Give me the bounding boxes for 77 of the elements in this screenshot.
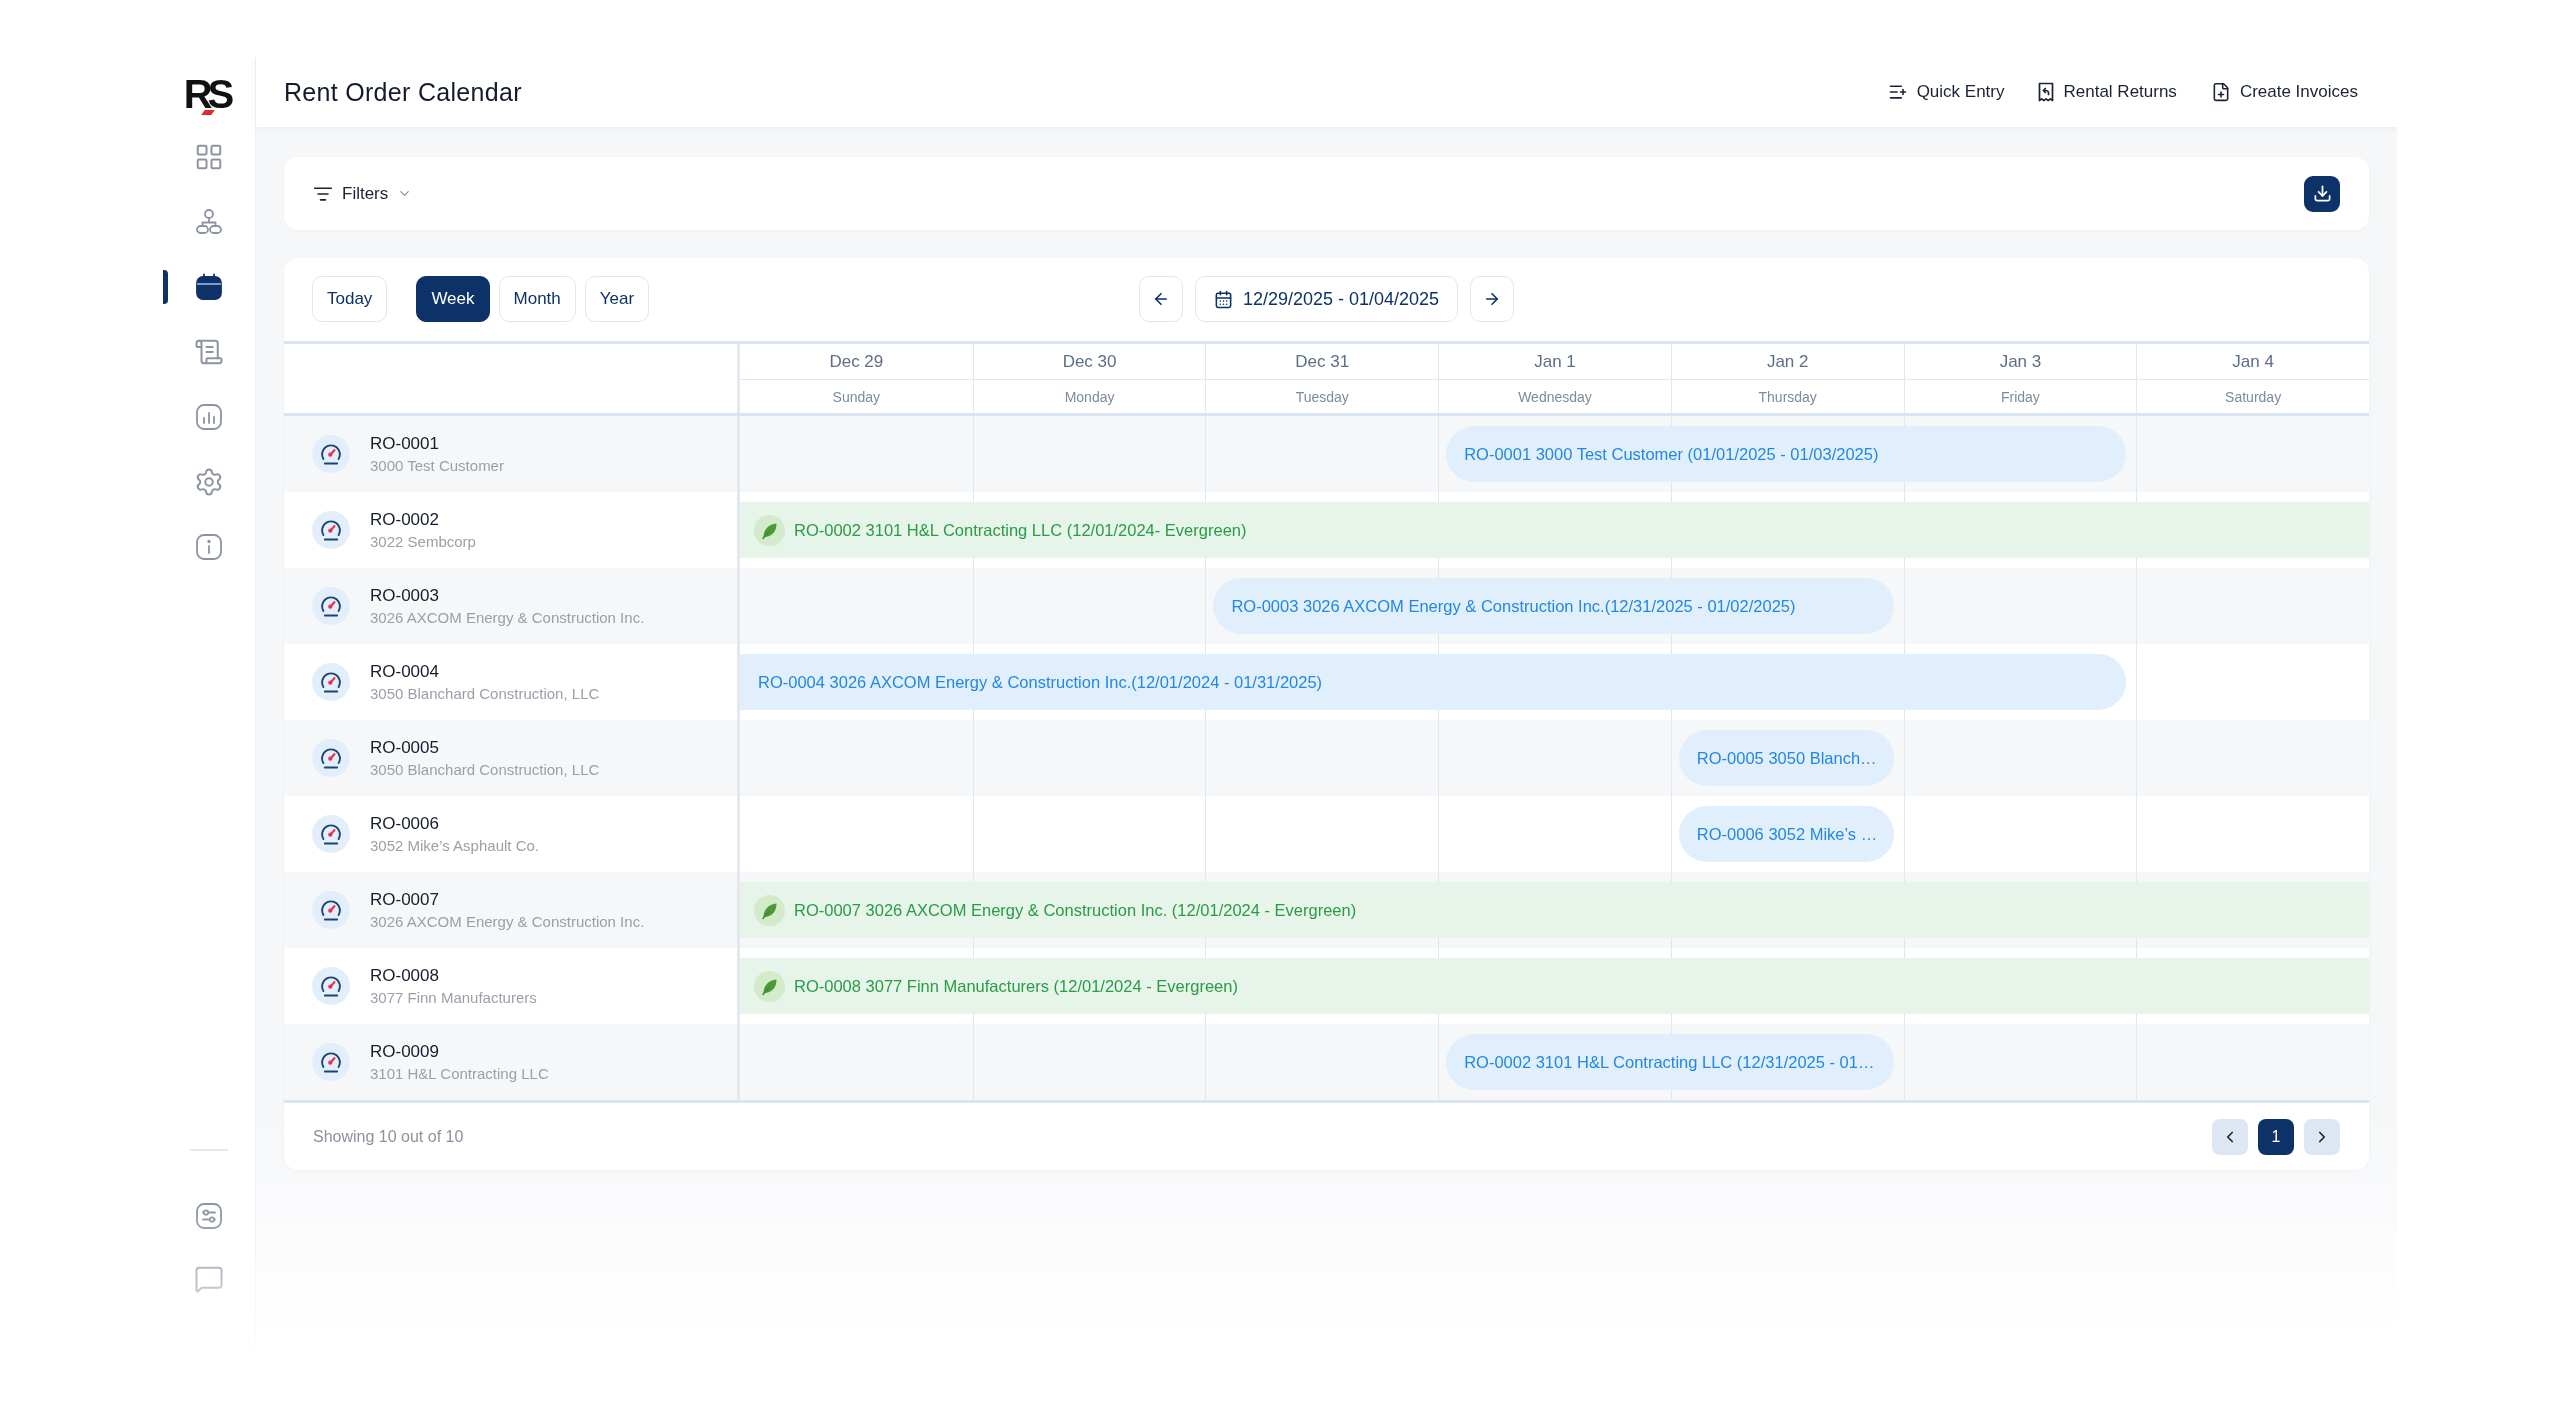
day-weekday: Tuesday <box>1294 387 1350 407</box>
settings-icon <box>194 467 224 497</box>
header-action-button[interactable]: Quick Entry <box>1887 78 2005 106</box>
view-tab[interactable]: Month <box>498 276 576 322</box>
logo-accent-icon <box>201 110 215 115</box>
leaf-icon <box>754 514 785 546</box>
gauge-icon <box>312 967 350 1005</box>
previous-page-button[interactable] <box>2212 1118 2248 1155</box>
today-button[interactable]: Today <box>312 276 388 322</box>
day-date: Jan 1 <box>1439 344 1671 380</box>
filters-button[interactable]: Filters <box>313 179 413 208</box>
customer-name: 3101 H&L Contracting LLC <box>370 1065 549 1082</box>
customer-name: 3050 Blanchard Construction, LLC <box>370 685 600 702</box>
leaf-icon <box>754 894 785 926</box>
info-icon <box>194 532 224 562</box>
order-number: RO-0007 <box>370 890 440 910</box>
previous-week-button[interactable] <box>1138 276 1183 322</box>
customer-name: 3026 AXCOM Energy & Construction Inc. <box>370 913 645 930</box>
customer-name: 3050 Blanchard Construction, LLC <box>370 761 600 778</box>
day-weekday: Saturday <box>2224 387 2283 407</box>
order-number: RO-0003 <box>370 586 440 606</box>
gauge-icon <box>312 1043 350 1081</box>
customer-name: 3000 Test Customer <box>370 457 504 474</box>
hierarchy-icon <box>194 207 224 237</box>
message-icon <box>194 1264 224 1294</box>
order-number: RO-0002 <box>370 510 440 530</box>
calendar-icon <box>1213 289 1233 309</box>
day-date: Dec 29 <box>740 344 973 380</box>
page-button[interactable]: 1 <box>2258 1118 2294 1155</box>
day-date: Jan 3 <box>1904 344 2137 380</box>
gauge-icon <box>312 511 350 549</box>
gauge-icon <box>312 739 350 777</box>
customer-name: 3026 AXCOM Energy & Construction Inc. <box>370 609 645 626</box>
day-date: Jan 2 <box>1671 344 1904 380</box>
active-indicator <box>163 270 168 304</box>
customer-name: 3077 Finn Manufacturers <box>370 989 537 1006</box>
next-week-button[interactable] <box>1470 276 1515 322</box>
grid-icon <box>194 142 224 172</box>
day-weekday: Sunday <box>831 387 882 407</box>
sliders-icon <box>194 1201 224 1231</box>
customer-name: 3052 Mike’s Asphault Co. <box>370 837 539 854</box>
header-action-button[interactable]: Rental Returns <box>2038 78 2177 106</box>
day-weekday: Wednesday <box>1517 387 1593 407</box>
day-weekday: Friday <box>1999 387 2041 407</box>
date-range-button[interactable]: 12/29/2025 - 01/04/2025 <box>1194 276 1459 322</box>
day-date: Dec 30 <box>973 344 1206 380</box>
order-number: RO-0001 <box>370 434 440 454</box>
view-tab[interactable]: Week <box>416 276 490 322</box>
day-date: Dec 31 <box>1206 344 1439 380</box>
download-button[interactable] <box>2304 175 2340 212</box>
gauge-icon <box>312 891 350 929</box>
download-icon <box>2312 184 2332 203</box>
next-page-button[interactable] <box>2304 1118 2340 1155</box>
day-weekday: Thursday <box>1757 387 1818 407</box>
gauge-icon <box>312 435 350 473</box>
header-action-button[interactable]: Create Invoices <box>2210 78 2358 106</box>
document-icon <box>194 337 224 367</box>
view-tab[interactable]: Year <box>584 276 650 322</box>
day-weekday: Monday <box>1063 387 1116 407</box>
leaf-icon <box>754 970 785 1002</box>
gauge-icon <box>312 815 350 853</box>
page-title: Rent Order Calendar <box>284 77 522 107</box>
list-plus-icon <box>1887 82 1908 102</box>
bar-chart-icon <box>194 402 224 432</box>
day-date: Jan 4 <box>2137 344 2369 380</box>
calendar-icon <box>194 272 224 302</box>
order-number: RO-0006 <box>370 814 440 834</box>
order-number: RO-0008 <box>370 966 440 986</box>
customer-name: 3022 Sembcorp <box>370 533 476 550</box>
order-number: RO-0004 <box>370 662 440 682</box>
order-number: RO-0005 <box>370 738 440 758</box>
logo: RS <box>183 79 231 109</box>
order-number: RO-0009 <box>370 1042 440 1062</box>
gauge-icon <box>312 663 350 701</box>
receipt-arrow-icon <box>2038 82 2055 102</box>
results-summary: Showing 10 out of 10 <box>313 1127 464 1146</box>
gauge-icon <box>312 587 350 625</box>
